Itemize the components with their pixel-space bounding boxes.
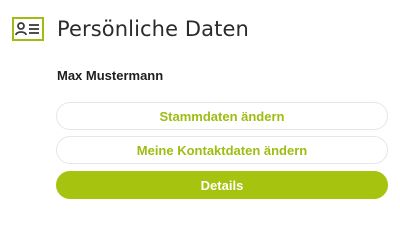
user-name: Max Mustermann	[57, 68, 164, 83]
edit-contact-data-button[interactable]: Meine Kontaktdaten ändern	[56, 136, 388, 164]
page-title: Persönliche Daten	[57, 17, 249, 41]
edit-master-data-button[interactable]: Stammdaten ändern	[56, 102, 388, 130]
personal-data-card: Persönliche Daten Max Mustermann Stammda…	[0, 0, 400, 222]
section-header: Persönliche Daten	[12, 14, 249, 44]
id-card-icon	[12, 17, 44, 41]
details-button[interactable]: Details	[56, 171, 388, 199]
